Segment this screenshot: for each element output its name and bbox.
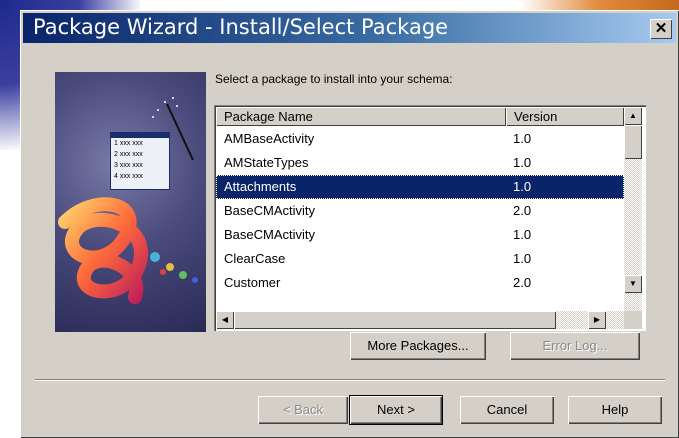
artwork-list-panel: 1 xxx xxx 2 xxx xxx 3 xxx xxx 4 xxx xxx <box>110 132 170 190</box>
package-list[interactable]: Package Name Version AMBaseActivity 1.0 … <box>214 105 646 331</box>
scroll-up-icon[interactable]: ▲ <box>624 107 642 125</box>
close-button[interactable]: ✕ <box>650 19 672 39</box>
package-version: 2.0 <box>513 203 532 218</box>
table-row-partial[interactable] <box>216 295 624 311</box>
next-button[interactable]: Next > <box>350 396 442 424</box>
scroll-down-icon[interactable]: ▼ <box>624 275 642 293</box>
scroll-right-icon[interactable]: ▶ <box>588 311 606 329</box>
wizard-ribbon-illustration <box>58 97 198 304</box>
table-row-selected[interactable]: Attachments 1.0 <box>216 175 624 199</box>
package-version: 1.0 <box>513 155 532 170</box>
table-row[interactable]: ClearCase 1.0 <box>216 247 624 271</box>
package-name: AMBaseActivity <box>224 131 315 146</box>
package-name: AMStateTypes <box>224 155 309 170</box>
close-icon: ✕ <box>654 20 668 37</box>
package-name: BaseCMActivity <box>224 227 316 242</box>
instruction-label: Select a package to install into your sc… <box>215 72 453 86</box>
separator <box>35 379 665 381</box>
wizard-artwork: 1 xxx xxx 2 xxx xxx 3 xxx xxx 4 xxx xxx <box>55 72 206 332</box>
error-log-button[interactable]: Error Log... <box>510 332 640 360</box>
package-version: 1.0 <box>513 131 532 146</box>
window-title: Package Wizard - Install/Select Package <box>33 15 449 39</box>
horizontal-scroll-thumb[interactable] <box>234 311 556 329</box>
package-name: Customer <box>224 275 281 290</box>
package-version: 1.0 <box>513 227 532 242</box>
back-button[interactable]: < Back <box>258 396 348 424</box>
package-version: 1.0 <box>513 179 532 194</box>
package-name: BaseCMActivity <box>224 203 316 218</box>
artwork-list-item: 1 xxx xxx <box>114 140 143 147</box>
background-strip <box>520 0 679 10</box>
cancel-button[interactable]: Cancel <box>460 396 554 424</box>
package-version: 2.0 <box>513 275 532 290</box>
artwork-list-item: 3 xxx xxx <box>114 162 143 169</box>
artwork-list-item: 2 xxx xxx <box>114 151 143 158</box>
vertical-scroll-thumb[interactable] <box>624 125 642 159</box>
table-row[interactable]: BaseCMActivity 1.0 <box>216 223 624 247</box>
table-row[interactable]: Customer 2.0 <box>216 271 624 295</box>
help-button[interactable]: Help <box>568 396 662 424</box>
scrollbar-corner <box>624 311 642 329</box>
column-header-package-name[interactable]: Package Name <box>216 107 506 126</box>
vertical-scrollbar[interactable]: ▲ ▼ <box>624 107 642 311</box>
horizontal-scrollbar[interactable]: ◀ ▶ <box>216 311 624 329</box>
more-packages-button[interactable]: More Packages... <box>350 332 486 360</box>
table-row[interactable]: BaseCMActivity 2.0 <box>216 199 624 223</box>
artwork-list-item: 4 xxx xxx <box>114 173 143 180</box>
table-row[interactable]: AMBaseActivity 1.0 <box>216 127 624 151</box>
package-version: 1.0 <box>513 251 532 266</box>
package-name: ClearCase <box>224 251 286 266</box>
title-bar: Package Wizard - Install/Select Package … <box>23 13 676 43</box>
table-row[interactable]: AMStateTypes 1.0 <box>216 151 624 175</box>
column-header-version[interactable]: Version <box>506 107 624 126</box>
scroll-left-icon[interactable]: ◀ <box>216 311 234 329</box>
package-wizard-dialog: Package Wizard - Install/Select Package … <box>20 10 679 438</box>
list-header: Package Name Version <box>216 107 624 127</box>
package-name: Attachments <box>224 179 297 194</box>
